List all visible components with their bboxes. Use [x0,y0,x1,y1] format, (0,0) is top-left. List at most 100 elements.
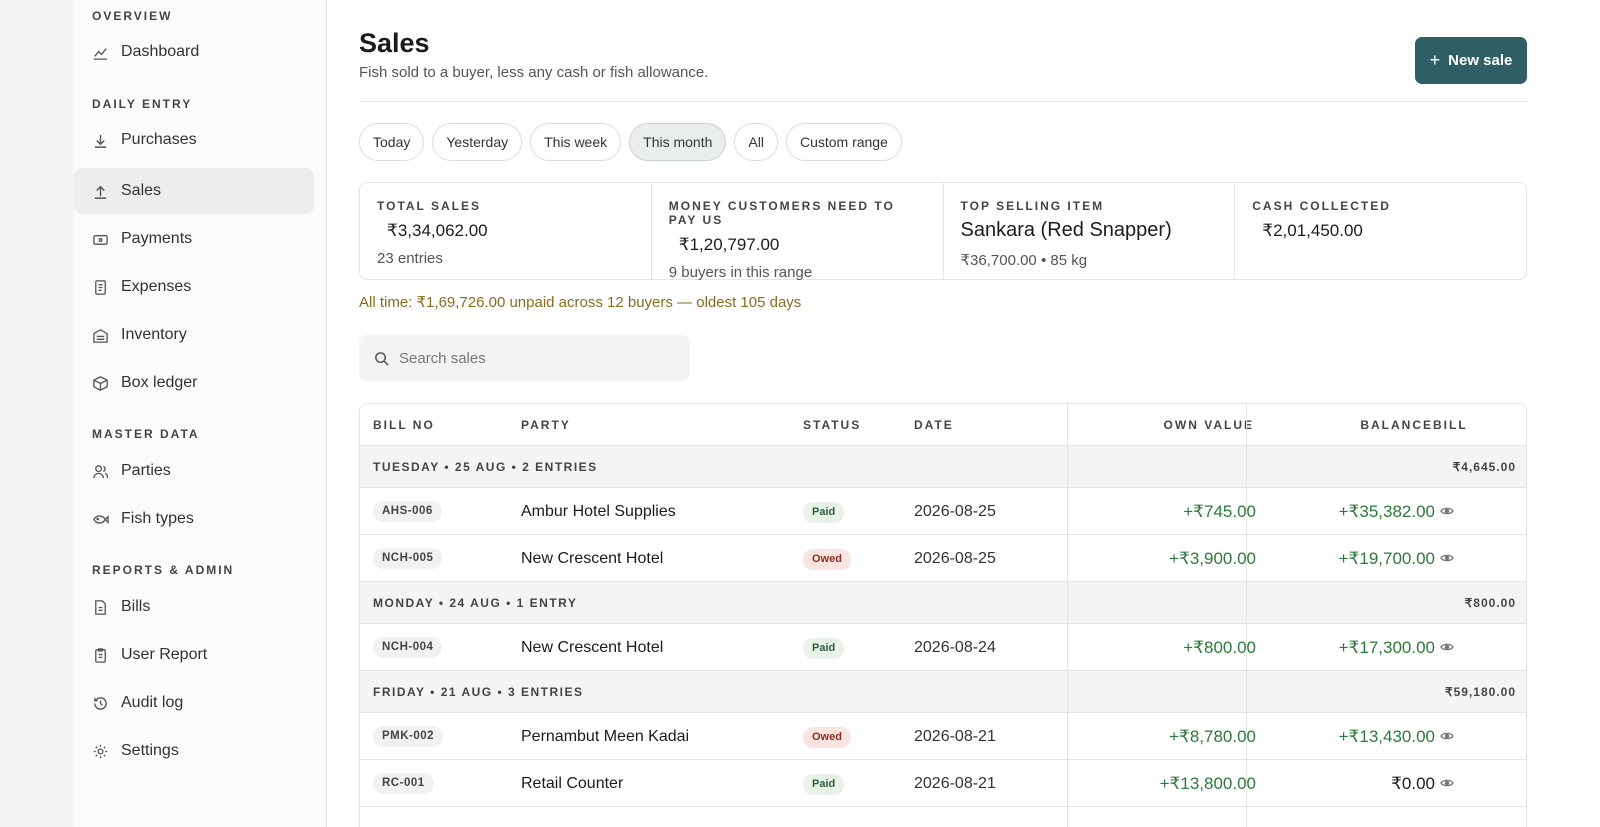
clipboard-icon [91,646,109,664]
wallet-icon [91,230,109,248]
page-title: Sales [359,28,430,58]
sidebar-item-label: Inventory [121,326,187,343]
filter-yesterday[interactable]: Yesterday [432,123,523,161]
stat-sub: ₹36,700.00 • 85 kg [960,252,1088,269]
sidebar-item-inventory[interactable]: Inventory [74,312,314,358]
stat-label: TOTAL SALES [377,199,482,213]
app: OVERVIEW Dashboard DAILY ENTRY Purchases… [0,0,1600,827]
arrow-up-icon [91,182,109,200]
new-sale-button[interactable]: + New sale [1415,37,1527,84]
box-icon [91,374,109,392]
stat-label: TOP SELLING ITEM [960,199,1105,213]
party-name: Pernambut Meen Kadai [521,728,690,745]
col-party[interactable]: PARTY [521,404,571,446]
eye-icon[interactable] [1440,729,1454,743]
sidebar-item-box-ledger[interactable]: Box ledger [74,360,314,406]
date-group-header: MONDAY • 24 AUG • 1 ENTRY ₹800.00 [360,582,1526,624]
chart-icon [91,43,109,61]
sidebar-item-sales[interactable]: Sales [74,168,314,214]
section-daily-entry: DAILY ENTRY [92,97,193,111]
eye-icon[interactable] [1440,504,1454,518]
sidebar-item-label: Fish types [121,510,194,527]
filter-custom-range[interactable]: Custom range [785,123,902,161]
main-content: Sales Fish sold to a buyer, less any cas… [327,0,1600,827]
group-label: FRIDAY • 21 AUG • 3 ENTRIES [373,685,584,699]
sidebar-item-settings[interactable]: Settings [74,728,314,774]
receipt-icon [91,278,109,296]
sidebar-item-fish-types[interactable]: Fish types [74,496,314,542]
filter-this-month[interactable]: This month [629,123,727,161]
warehouse-icon [91,326,109,344]
sidebar-item-audit-log[interactable]: Audit log [74,680,314,726]
alltime-unpaid-note: All time: ₹1,69,726.00 unpaid across 12 … [359,294,802,311]
group-label: TUESDAY • 25 AUG • 2 ENTRIES [373,460,598,474]
sidebar-item-purchases[interactable]: Purchases [74,117,314,163]
party-name: New Crescent Hotel [521,639,664,656]
col-balance[interactable]: BALANCE [1360,404,1433,446]
stat-label: MONEY CUSTOMERS NEED TO PAY US [668,199,895,227]
table-row[interactable]: NCH-005 New Crescent Hotel Owed 2026-08-… [360,535,1526,582]
new-sale-label: New sale [1448,52,1513,69]
search-input[interactable]: Search sales [399,350,486,367]
sales-table: BILL NO PARTY STATUS DATE OWN VALUE BALA… [359,403,1527,827]
date-cell: 2026-08-25 [914,550,996,567]
history-icon [91,694,109,712]
balance-value: +₹17,300.00 [1338,638,1435,657]
sidebar-item-parties[interactable]: Parties [74,448,314,494]
sidebar-item-dashboard[interactable]: Dashboard [74,29,314,75]
date-cell: 2026-08-25 [914,503,996,520]
date-cell: 2026-08-21 [914,775,996,792]
party-name: Ambur Hotel Supplies [521,503,676,520]
group-label: MONDAY • 24 AUG • 1 ENTRY [373,596,578,610]
search-box[interactable]: Search sales [359,335,690,381]
eye-icon[interactable] [1440,640,1454,654]
sidebar-item-label: Dashboard [121,43,200,60]
fish-icon [91,510,109,528]
table-row[interactable]: AHS-006 Ambur Hotel Supplies Paid 2026-0… [360,488,1526,535]
sidebar-item-label: Payments [121,230,193,247]
gear-icon [91,742,109,760]
col-bill[interactable]: BILL [1433,404,1468,446]
col-date[interactable]: DATE [914,404,954,446]
section-overview: OVERVIEW [92,9,173,23]
stat-receivable: MONEY CUSTOMERS NEED TO PAY US ₹1,20,797… [652,183,944,281]
filter-today[interactable]: Today [359,123,425,161]
sidebar-item-label: Sales [121,182,162,199]
col-bill-no[interactable]: BILL NO [373,404,435,446]
col-own-value[interactable]: OWN VALUE [1164,404,1254,446]
users-icon [91,462,109,480]
own-value: +₹13,800.00 [1159,774,1256,793]
party-name: New Crescent Hotel [521,550,664,567]
sidebar-item-expenses[interactable]: Expenses [74,264,314,310]
divider [1067,404,1068,827]
date-cell: 2026-08-24 [914,639,996,656]
date-group-header: FRIDAY • 21 AUG • 3 ENTRIES ₹59,180.00 [360,671,1526,713]
party-name: Retail Counter [521,775,624,792]
sidebar-item-bills[interactable]: Bills [74,584,314,630]
divider [359,101,1527,102]
divider [1246,404,1247,827]
page-subtitle: Fish sold to a buyer, less any cash or f… [359,64,709,81]
eye-icon[interactable] [1440,776,1454,790]
group-total: ₹59,180.00 [1444,685,1516,699]
filter-this-week[interactable]: This week [530,123,622,161]
table-row[interactable]: NCH-004 New Crescent Hotel Paid 2026-08-… [360,624,1526,671]
table-row[interactable]: PMK-002 Pernambut Meen Kadai Owed 2026-0… [360,713,1526,760]
table-row[interactable]: RC-001 Retail Counter Paid 2026-08-21 +₹… [360,760,1526,807]
balance-value: +₹35,382.00 [1338,502,1435,521]
sidebar-item-label: User Report [121,646,208,663]
bill-badge: NCH-005 [373,548,443,569]
status-badge: Paid [803,638,845,659]
date-cell: 2026-08-21 [914,728,996,745]
balance-value: +₹13,430.00 [1338,727,1435,746]
group-total: ₹800.00 [1464,596,1516,610]
stat-value: Sankara (Red Snapper) [960,219,1172,241]
eye-icon[interactable] [1440,551,1454,565]
sidebar-item-payments[interactable]: Payments [74,216,314,262]
sidebar-item-user-report[interactable]: User Report [74,632,314,678]
own-value: +₹3,900.00 [1169,549,1256,568]
col-status[interactable]: STATUS [803,404,861,446]
table-row-partial[interactable] [360,807,1526,827]
status-badge: Paid [803,774,845,795]
filter-all[interactable]: All [734,123,778,161]
